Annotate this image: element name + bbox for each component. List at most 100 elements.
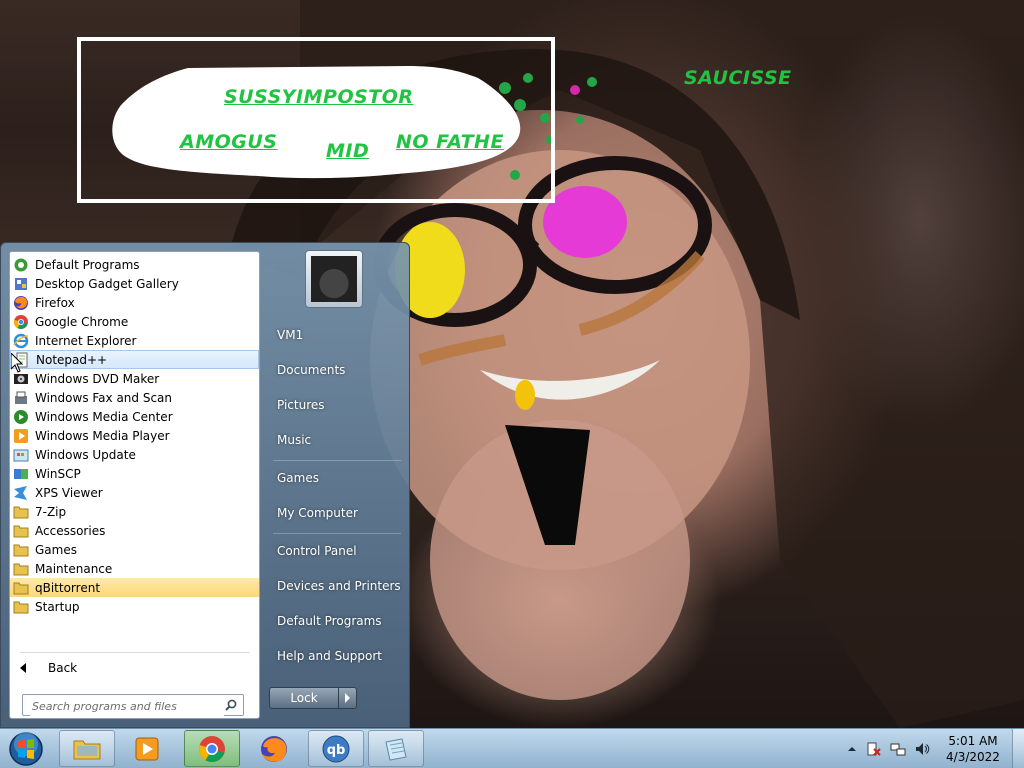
program-item[interactable]: Accessories (10, 521, 259, 540)
program-item[interactable]: Google Chrome (10, 312, 259, 331)
power-options-arrow-button[interactable] (338, 688, 357, 708)
back-separator (20, 652, 250, 653)
xps-viewer-icon (14, 485, 27, 500)
windows-update-icon (13, 449, 29, 461)
meme-text-sussyimpostor: SUSSYIMPOSTOR (224, 86, 414, 108)
programs-pane: Default Programs Desktop Gadget Gallery Fi… (9, 251, 260, 719)
taskbar-chrome-button[interactable] (184, 730, 240, 767)
program-item[interactable]: Internet Explorer (10, 331, 259, 350)
menu-item-my-computer[interactable]: My Computer (267, 498, 407, 528)
search-box[interactable] (22, 694, 244, 716)
menu-separator (273, 460, 401, 461)
clock-date: 4/3/2022 (946, 750, 1000, 764)
program-item[interactable]: Notepad++ (10, 350, 259, 369)
svg-text:qb: qb (327, 743, 346, 758)
meme-text-no-fathe: NO FATHE (396, 131, 504, 153)
start-button[interactable] (6, 730, 46, 768)
program-label: Windows DVD Maker (35, 371, 160, 386)
taskbar-firefox-button[interactable] (246, 730, 302, 767)
program-item[interactable]: qBittorrent (10, 578, 259, 597)
lock-label: Lock (290, 691, 318, 705)
menu-item-devices-printers[interactable]: Devices and Printers (267, 571, 407, 601)
user-avatar[interactable] (305, 250, 363, 308)
program-label: Desktop Gadget Gallery (35, 276, 179, 291)
program-label: Accessories (35, 523, 106, 538)
program-label: Windows Update (35, 447, 136, 462)
media-player-icon (14, 428, 28, 443)
program-item[interactable]: Maintenance (10, 559, 259, 578)
menu-item-user[interactable]: VM1 (267, 320, 407, 350)
program-item[interactable]: 7-Zip (10, 502, 259, 521)
program-item[interactable]: Startup (10, 597, 259, 616)
menu-item-music[interactable]: Music (267, 425, 407, 455)
menu-item-pictures[interactable]: Pictures (267, 390, 407, 420)
program-label: Google Chrome (35, 314, 129, 329)
back-button[interactable]: Back (10, 657, 259, 679)
folder-icon (13, 525, 29, 537)
program-label: Games (35, 542, 77, 557)
program-label: XPS Viewer (35, 485, 103, 500)
chrome-icon (199, 735, 225, 762)
folder-icon (13, 563, 29, 575)
magnifier-icon[interactable] (225, 699, 237, 711)
meme-text-mid: MID (326, 140, 370, 162)
qbittorrent-icon: qb (322, 735, 350, 762)
program-label: 7-Zip (35, 504, 67, 519)
back-label: Back (48, 661, 78, 675)
program-label: Maintenance (35, 561, 113, 576)
folder-icon (13, 506, 29, 518)
volume-icon[interactable] (914, 741, 930, 757)
program-item[interactable]: Windows DVD Maker (10, 369, 259, 388)
menu-item-control-panel[interactable]: Control Panel (267, 536, 407, 566)
program-item[interactable]: Games (10, 540, 259, 559)
program-label: WinSCP (35, 466, 81, 481)
meme-text-saucisse: SAUCISSE (684, 67, 792, 89)
program-label: Startup (35, 599, 80, 614)
default-programs-icon (14, 258, 28, 271)
taskbar: qb 5:01 AM 4/3/2022 (0, 728, 1024, 768)
program-label: Windows Media Player (35, 428, 170, 443)
chrome-icon (14, 314, 28, 329)
lock-button[interactable]: Lock (269, 687, 357, 709)
program-list: Default Programs Desktop Gadget Gallery Fi… (10, 255, 259, 616)
program-label: Windows Media Center (35, 409, 173, 424)
clock-time: 5:01 AM (948, 734, 998, 748)
program-label: Windows Fax and Scan (35, 390, 173, 405)
taskbar-media-player-button[interactable] (119, 730, 175, 767)
program-item[interactable]: Windows Fax and Scan (10, 388, 259, 407)
meme-frame (77, 37, 555, 203)
folder-icon (13, 544, 29, 556)
menu-item-default-programs[interactable]: Default Programs (267, 606, 407, 636)
program-label: Notepad++ (36, 352, 108, 367)
program-item[interactable]: Windows Media Player (10, 426, 259, 445)
fax-scan-icon (15, 391, 27, 404)
system-clock[interactable]: 5:01 AM 4/3/2022 (940, 733, 1006, 765)
menu-item-documents[interactable]: Documents (267, 355, 407, 385)
media-center-icon (14, 409, 28, 424)
program-label: Firefox (35, 295, 75, 310)
program-item[interactable]: Default Programs (10, 255, 259, 274)
program-item[interactable]: WinSCP (10, 464, 259, 483)
search-input[interactable] (30, 696, 224, 716)
notepad-icon (385, 737, 407, 761)
menu-separator (273, 533, 401, 534)
taskbar-notepad-button[interactable] (368, 730, 424, 767)
program-item[interactable]: Windows Update (10, 445, 259, 464)
explorer-icon (73, 740, 101, 759)
show-hidden-icons-icon[interactable] (844, 741, 860, 757)
taskbar-explorer-button[interactable] (59, 730, 115, 767)
action-center-icon[interactable] (866, 741, 882, 757)
program-item[interactable]: Desktop Gadget Gallery (10, 274, 259, 293)
menu-item-help-support[interactable]: Help and Support (267, 641, 407, 671)
network-icon[interactable] (890, 741, 906, 757)
program-item[interactable]: Firefox (10, 293, 259, 312)
firefox-icon (261, 735, 287, 762)
taskbar-qbittorrent-button[interactable]: qb (308, 730, 364, 767)
turntable-picture-icon (311, 256, 357, 302)
menu-item-games[interactable]: Games (267, 463, 407, 493)
program-item[interactable]: Windows Media Center (10, 407, 259, 426)
firefox-icon (14, 295, 28, 310)
program-item[interactable]: XPS Viewer (10, 483, 259, 502)
winscp-icon (14, 468, 28, 479)
show-desktop-button[interactable] (1012, 729, 1024, 768)
